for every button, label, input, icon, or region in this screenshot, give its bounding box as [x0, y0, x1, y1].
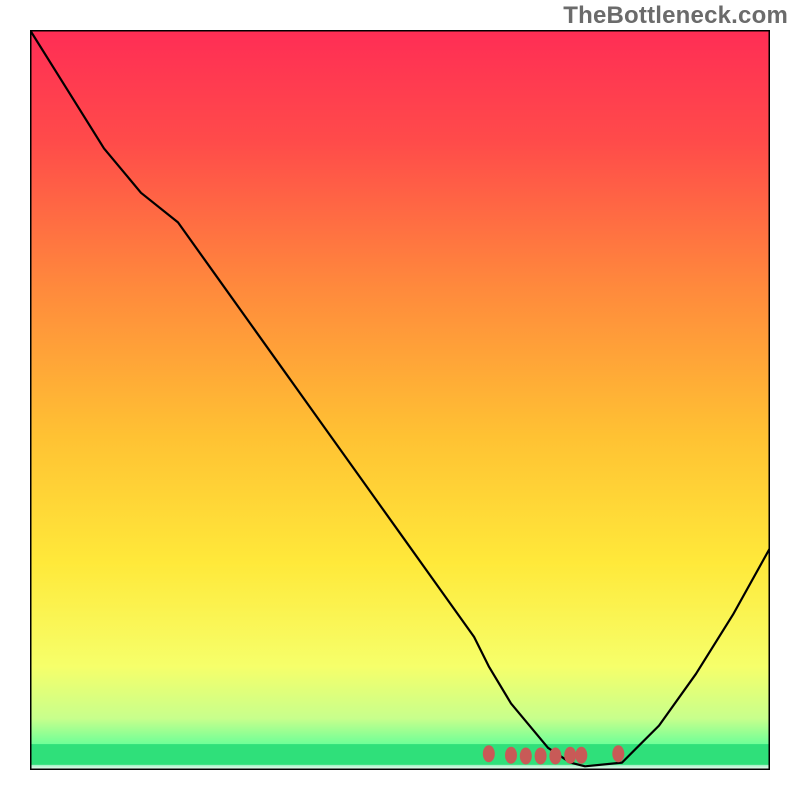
marker-point: [612, 745, 624, 762]
plot-area: [30, 30, 770, 770]
watermark-text: TheBottleneck.com: [563, 2, 788, 30]
gradient-background: [30, 30, 770, 770]
marker-point: [505, 747, 517, 764]
marker-point: [575, 747, 587, 764]
marker-point: [549, 747, 561, 764]
marker-point: [520, 747, 532, 764]
marker-point: [564, 747, 576, 764]
green-band: [30, 744, 770, 765]
chart-frame: TheBottleneck.com: [0, 0, 800, 800]
chart-svg: [30, 30, 770, 770]
marker-point: [483, 745, 495, 762]
marker-point: [535, 747, 547, 764]
